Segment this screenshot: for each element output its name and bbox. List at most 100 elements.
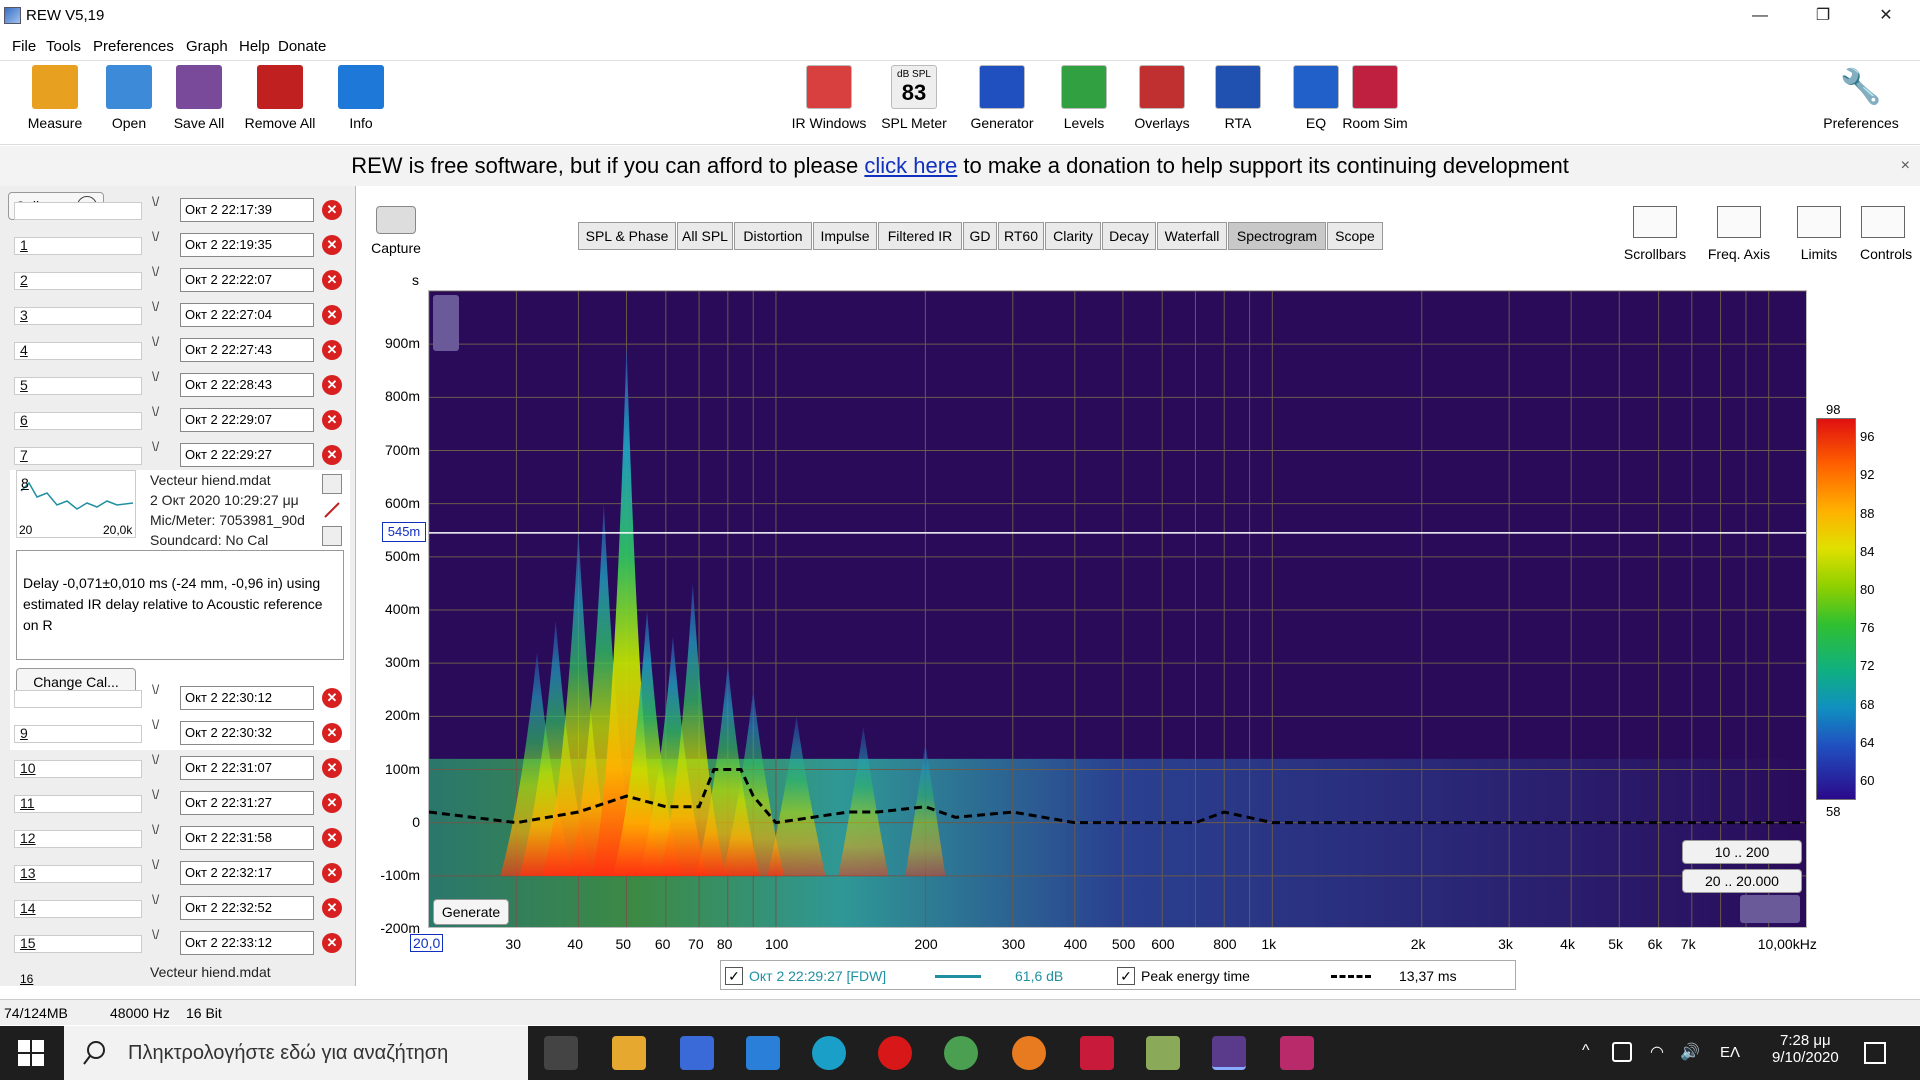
measurement-thumbnail[interactable] (14, 412, 142, 430)
link-toggle-icon[interactable]: \/ (152, 892, 159, 907)
zoom-x-controls[interactable] (1740, 895, 1800, 923)
tab-impulse[interactable]: Impulse (813, 222, 877, 250)
measurement-name-field[interactable]: Окт 2 22:28:43 (180, 373, 314, 397)
measurement-row[interactable]: 2 \/ Окт 2 22:22:07 ✕ (6, 262, 350, 296)
menu-donate[interactable]: Donate (278, 38, 326, 55)
room-sim-button[interactable]: Room Sim (1332, 65, 1418, 131)
controls-button[interactable]: Controls (1860, 206, 1912, 262)
remove-measurement-icon[interactable]: ✕ (322, 828, 342, 848)
archive-icon[interactable] (1146, 1036, 1180, 1070)
tab-rt60[interactable]: RT60 (998, 222, 1044, 250)
series-checkbox[interactable]: ✓ (725, 967, 743, 985)
measurement-thumbnail[interactable] (14, 725, 142, 743)
notifications-icon[interactable] (1864, 1042, 1886, 1064)
preferences-button[interactable]: 🔧 Preferences (1816, 65, 1906, 131)
zoom-y-controls[interactable] (433, 295, 459, 351)
link-toggle-icon[interactable]: \/ (152, 299, 159, 314)
windows-start-icon[interactable] (18, 1040, 44, 1066)
measurement-thumbnail[interactable] (14, 272, 142, 290)
range-10-200-button[interactable]: 10 .. 200 (1682, 840, 1802, 864)
remove-measurement-icon[interactable]: ✕ (322, 375, 342, 395)
link-toggle-icon[interactable]: \/ (152, 439, 159, 454)
measurement-thumbnail[interactable] (14, 690, 142, 708)
tab-clarity[interactable]: Clarity (1045, 222, 1101, 250)
ir-windows-button[interactable]: IR Windows (786, 65, 872, 131)
rta-button[interactable]: RTA (1200, 65, 1276, 131)
measurement-row[interactable]: \/ Окт 2 22:30:12 ✕ (6, 680, 350, 714)
spectrogram-plot[interactable]: Generate (428, 290, 1807, 928)
remove-measurement-icon[interactable]: ✕ (322, 270, 342, 290)
tray-chevron-icon[interactable]: ^ (1582, 1042, 1590, 1060)
remove-measurement-icon[interactable]: ✕ (322, 410, 342, 430)
measurement-row[interactable]: 10 \/ Окт 2 22:31:07 ✕ (6, 750, 350, 784)
cal-file-icon[interactable] (322, 526, 342, 546)
tray-battery-icon[interactable] (1612, 1042, 1632, 1062)
limits-button[interactable]: Limits (1786, 206, 1852, 262)
measurement-thumbnail[interactable] (14, 237, 142, 255)
file-explorer-icon[interactable] (612, 1036, 646, 1070)
remove-measurement-icon[interactable]: ✕ (322, 340, 342, 360)
store-icon[interactable] (680, 1036, 714, 1070)
menu-preferences[interactable]: Preferences (93, 38, 174, 55)
donate-link[interactable]: click here (864, 153, 957, 178)
freq-axis-button[interactable]: Freq. Axis (1702, 206, 1776, 262)
open-button[interactable]: Open (92, 65, 166, 131)
link-toggle-icon[interactable]: \/ (152, 229, 159, 244)
measurement-thumbnail[interactable] (14, 377, 142, 395)
measurement-row[interactable]: 13 \/ Окт 2 22:32:17 ✕ (6, 855, 350, 889)
tab-spectrogram[interactable]: Spectrogram (1228, 222, 1326, 250)
scrollbars-button[interactable]: Scrollbars (1622, 206, 1688, 262)
measurement-8-thumbnail[interactable]: 8 20 20,0k (16, 470, 136, 538)
measurement-row[interactable]: 5 \/ Окт 2 22:28:43 ✕ (6, 367, 350, 401)
measurement-name-field[interactable]: Окт 2 22:31:27 (180, 791, 314, 815)
opera-icon[interactable] (878, 1036, 912, 1070)
link-toggle-icon[interactable]: \/ (152, 334, 159, 349)
overlays-button[interactable]: Overlays (1124, 65, 1200, 131)
remove-measurement-icon[interactable]: ✕ (322, 723, 342, 743)
remove-measurement-icon[interactable]: ✕ (322, 688, 342, 708)
remove-measurement-icon[interactable]: ✕ (322, 305, 342, 325)
save-all-button[interactable]: Save All (162, 65, 236, 131)
capture-button[interactable]: Capture (370, 206, 422, 256)
measurement-thumbnail[interactable] (14, 202, 142, 220)
tab-waterfall[interactable]: Waterfall (1157, 222, 1227, 250)
remove-measurement-icon[interactable]: ✕ (322, 235, 342, 255)
measurement-name-field[interactable]: Окт 2 22:31:07 (180, 756, 314, 780)
measurement-row[interactable]: 6 \/ Окт 2 22:29:07 ✕ (6, 402, 350, 436)
tab-filtered-ir[interactable]: Filtered IR (878, 222, 962, 250)
color-scale[interactable] (1816, 418, 1856, 800)
mail-icon[interactable] (746, 1036, 780, 1070)
link-toggle-icon[interactable]: \/ (152, 822, 159, 837)
measurement-name-field[interactable]: Окт 2 22:30:12 (180, 686, 314, 710)
measurement-thumbnail[interactable] (14, 307, 142, 325)
link-toggle-icon[interactable]: \/ (152, 264, 159, 279)
measurement-row[interactable]: 7 \/ Окт 2 22:29:27 ✕ (6, 437, 350, 471)
restore-button[interactable]: ❐ (1793, 0, 1853, 31)
measurement-name-field[interactable]: Окт 2 22:31:58 (180, 826, 314, 850)
measurement-name-field[interactable]: Окт 2 22:27:04 (180, 303, 314, 327)
remove-measurement-icon[interactable]: ✕ (322, 793, 342, 813)
measure-button[interactable]: Measure (18, 65, 92, 131)
remove-measurement-icon[interactable]: ✕ (322, 933, 342, 953)
remove-all-button[interactable]: Remove All (238, 65, 322, 131)
measurement-16-number[interactable]: 16 (20, 972, 33, 986)
task-view-icon[interactable] (544, 1036, 578, 1070)
edge-icon[interactable] (812, 1036, 846, 1070)
measurement-name-field[interactable]: Окт 2 22:32:17 (180, 861, 314, 885)
measurement-name-field[interactable]: Окт 2 22:22:07 (180, 268, 314, 292)
remove-measurement-icon[interactable]: ✕ (322, 898, 342, 918)
measurement-row[interactable]: 14 \/ Окт 2 22:32:52 ✕ (6, 890, 350, 924)
tray-wifi-icon[interactable]: ◠ (1650, 1042, 1664, 1062)
generator-button[interactable]: Generator (964, 65, 1040, 131)
link-toggle-icon[interactable]: \/ (152, 682, 159, 697)
chrome-icon[interactable] (944, 1036, 978, 1070)
levels-button[interactable]: Levels (1046, 65, 1122, 131)
tray-clock[interactable]: 7:28 μμ 9/10/2020 (1772, 1032, 1839, 1066)
browser-icon[interactable] (1012, 1036, 1046, 1070)
app-grid-icon[interactable] (1080, 1036, 1114, 1070)
generate-button[interactable]: Generate (433, 899, 509, 925)
measurement-thumbnail[interactable] (14, 342, 142, 360)
remove-measurement-icon[interactable]: ✕ (322, 758, 342, 778)
measurement-row[interactable]: 9 \/ Окт 2 22:30:32 ✕ (6, 715, 350, 749)
measurement-row[interactable]: 1 \/ Окт 2 22:19:35 ✕ (6, 227, 350, 261)
